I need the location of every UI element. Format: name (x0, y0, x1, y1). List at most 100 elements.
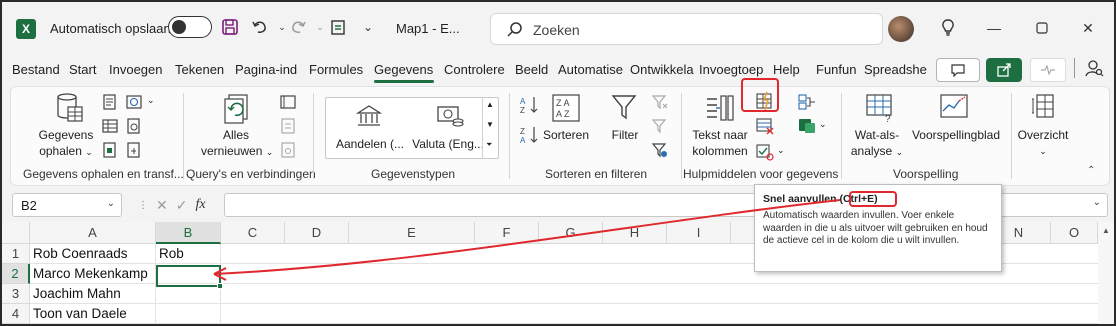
tab-formules[interactable]: Formules (309, 62, 363, 77)
scroll-up-icon[interactable]: ▲ (1102, 226, 1110, 235)
tab-pagina-indeling[interactable]: Pagina-ind (235, 62, 297, 77)
row-header-2[interactable]: 2 (2, 264, 30, 284)
row-header-3[interactable]: 3 (2, 284, 30, 304)
cell-a3[interactable]: Joachim Mahn (30, 284, 156, 304)
from-text-csv-icon[interactable] (101, 93, 119, 114)
minimize-icon[interactable]: — (974, 14, 1014, 42)
column-header-e[interactable]: E (349, 222, 475, 244)
sort-za-icon[interactable]: ZA (519, 125, 541, 148)
get-data-button[interactable]: Gegevens ophalen ⌄ (37, 127, 95, 160)
insert-function-icon[interactable]: fx (195, 197, 205, 213)
column-header-d[interactable]: D (285, 222, 349, 244)
forecast-sheet-button[interactable]: Voorspellingblad (909, 127, 1003, 143)
save-icon[interactable] (218, 15, 242, 39)
tab-invoegen[interactable]: Invoegen (109, 62, 163, 77)
what-if-analysis-button[interactable]: Wat-als- analyse ⌄ (847, 127, 907, 160)
name-box[interactable]: B2 ⌄ (12, 193, 122, 217)
customize-toolbar-icon[interactable]: ⌄ (356, 15, 380, 39)
tab-funfun[interactable]: Funfun (816, 62, 856, 77)
empty-row-4[interactable] (221, 304, 1098, 324)
scroll-up-icon[interactable]: ▲ (486, 100, 494, 109)
row-header-1[interactable]: 1 (2, 244, 30, 264)
chevron-down-icon[interactable]: ⌄ (107, 198, 115, 209)
activity-button[interactable] (1030, 58, 1066, 82)
recent-sources-icon[interactable] (125, 117, 143, 138)
active-cell-selection[interactable] (156, 265, 221, 287)
share-button[interactable] (986, 58, 1022, 82)
cell-a2[interactable]: Marco Mekenkamp (30, 264, 156, 284)
sort-az-icon[interactable]: AZ (519, 95, 541, 118)
expand-formula-icon[interactable]: ⌄ (1093, 197, 1101, 208)
column-header-a[interactable]: A (30, 222, 156, 244)
tab-ontwikkelaars[interactable]: Ontwikkela (630, 62, 694, 77)
column-header-b[interactable]: B (156, 222, 221, 244)
advanced-filter-icon[interactable] (651, 141, 669, 162)
avatar[interactable] (888, 16, 914, 42)
edit-links-icon[interactable] (279, 141, 297, 162)
tab-beeld[interactable]: Beeld (515, 62, 548, 77)
empty-row-3[interactable] (221, 284, 1098, 304)
form-icon[interactable] (326, 15, 350, 39)
outline-button[interactable]: Overzicht ⌄ (1015, 127, 1071, 159)
filter-button[interactable]: Filter (605, 127, 645, 143)
comments-button[interactable] (936, 58, 980, 82)
data-validation-icon[interactable] (755, 143, 775, 164)
fill-handle[interactable] (217, 283, 223, 289)
queries-connections-icon[interactable] (279, 93, 297, 114)
people-search-icon[interactable] (1084, 58, 1104, 81)
search-box[interactable]: Zoeken (490, 13, 883, 45)
column-header-o[interactable]: O (1051, 222, 1098, 244)
reapply-icon[interactable] (651, 117, 669, 138)
cell-b3[interactable] (156, 284, 221, 304)
column-header-f[interactable]: F (475, 222, 539, 244)
text-to-columns-button[interactable]: Tekst naar kolommen (687, 127, 753, 159)
chevron-down-icon[interactable]: ⌄ (777, 145, 785, 156)
clear-filter-icon[interactable] (651, 93, 669, 114)
from-table-icon[interactable] (101, 117, 119, 138)
cell-a1[interactable]: Rob Coenraads (30, 244, 156, 264)
from-web-globe-icon[interactable] (125, 93, 143, 114)
gallery-more-icon[interactable]: ⏷ (486, 140, 492, 150)
tab-controleren[interactable]: Controlere (444, 62, 505, 77)
tab-gegevens[interactable]: Gegevens (374, 62, 433, 77)
enter-icon[interactable]: ✓ (176, 197, 188, 214)
lightbulb-icon[interactable] (936, 15, 960, 39)
gallery-scroll[interactable]: ▲ ▼ ⏷ (482, 98, 498, 158)
tab-spreadsheet[interactable]: Spreadshe (864, 62, 927, 77)
tab-help[interactable]: Help (773, 62, 800, 77)
scroll-down-icon[interactable]: ▼ (486, 120, 494, 129)
close-icon[interactable]: ✕ (1068, 14, 1108, 42)
vertical-scrollbar[interactable]: ▲ (1098, 222, 1114, 324)
chevron-down-icon[interactable]: ⌄ (819, 119, 827, 130)
chevron-down-icon[interactable]: ⌄ (147, 95, 155, 106)
column-header-h[interactable]: H (603, 222, 667, 244)
relationships-icon[interactable] (797, 117, 817, 138)
cell-b1[interactable]: Rob (156, 244, 221, 264)
currency-button[interactable]: Valuta (Eng... (412, 136, 484, 152)
from-web-icon[interactable] (101, 141, 119, 162)
stocks-button[interactable]: Aandelen (... (330, 136, 410, 152)
redo-icon[interactable] (286, 15, 310, 39)
properties-icon[interactable] (279, 117, 297, 138)
consolidate-icon[interactable] (797, 93, 817, 114)
column-header-i[interactable]: I (667, 222, 731, 244)
cancel-icon[interactable]: ✕ (156, 197, 168, 214)
select-all-corner[interactable] (2, 222, 30, 244)
collapse-ribbon-icon[interactable]: ⌃ (1087, 165, 1095, 176)
autosave-toggle[interactable] (168, 16, 212, 38)
row-header-4[interactable]: 4 (2, 304, 30, 324)
sort-button[interactable]: Sorteren (539, 127, 593, 143)
remove-duplicates-icon[interactable] (755, 117, 775, 138)
cell-a4[interactable]: Toon van Daele (30, 304, 156, 324)
undo-icon[interactable] (248, 15, 272, 39)
tab-start[interactable]: Start (69, 62, 96, 77)
existing-connections-icon[interactable] (125, 141, 143, 162)
tab-invoegtoepassingen[interactable]: Invoegtoep (699, 62, 763, 77)
tab-tekenen[interactable]: Tekenen (175, 62, 224, 77)
column-header-c[interactable]: C (221, 222, 285, 244)
column-header-g[interactable]: G (539, 222, 603, 244)
cell-b4[interactable] (156, 304, 221, 324)
refresh-all-button[interactable]: Alles vernieuwen ⌄ (201, 127, 273, 160)
document-title[interactable]: Map1 - E... (396, 21, 460, 36)
tab-bestand[interactable]: Bestand (12, 62, 60, 77)
